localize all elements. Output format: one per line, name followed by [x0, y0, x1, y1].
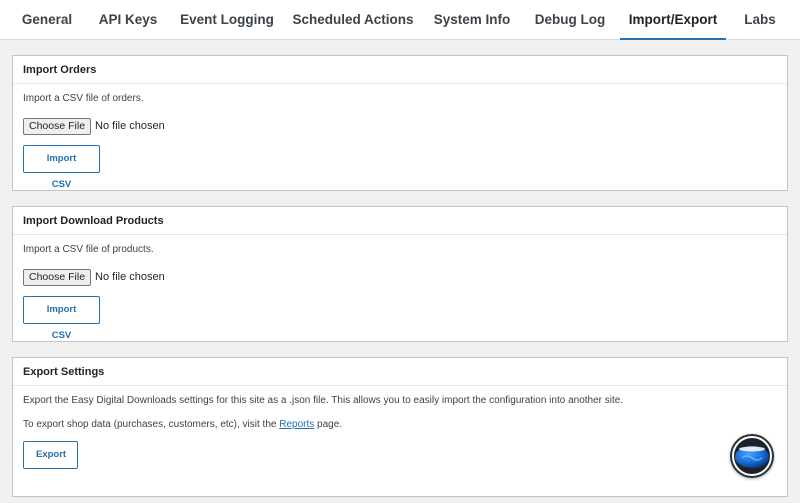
import-products-description: Import a CSV file of products.	[23, 244, 154, 255]
reports-link[interactable]: Reports	[279, 419, 314, 430]
tab-event-logging[interactable]: Event Logging	[178, 0, 276, 40]
export-button[interactable]: Export	[23, 441, 78, 469]
import-orders-title: Import Orders	[23, 64, 97, 76]
import-products-file-status: No file chosen	[95, 271, 165, 283]
export-settings-card: Export Settings Export the Easy Digital …	[12, 357, 788, 497]
tab-general[interactable]: General	[14, 0, 80, 40]
import-products-title: Import Download Products	[23, 215, 164, 227]
card-divider	[13, 385, 787, 386]
export-settings-title: Export Settings	[23, 366, 105, 378]
settings-tab-bar: General API Keys Event Logging Scheduled…	[0, 0, 800, 40]
tab-system-info[interactable]: System Info	[428, 0, 516, 40]
import-products-file-row: Choose File No file chosen	[23, 268, 165, 286]
import-products-card: Import Download Products Import a CSV fi…	[12, 206, 788, 342]
help-globe-svg	[732, 436, 772, 476]
import-orders-csv-button[interactable]: Import CSV	[23, 145, 100, 190]
export-reports-suffix: page.	[314, 419, 343, 430]
tab-api-keys[interactable]: API Keys	[92, 0, 164, 40]
tab-labs[interactable]: Labs	[738, 0, 782, 40]
card-divider	[13, 234, 787, 235]
export-reports-note: To export shop data (purchases, customer…	[23, 419, 342, 430]
import-orders-choose-file-button[interactable]: Choose File	[23, 117, 92, 135]
import-orders-card: Import Orders Import a CSV file of order…	[12, 55, 788, 191]
import-orders-file-status: No file chosen	[95, 120, 165, 132]
import-orders-file-row: Choose File No file chosen	[23, 117, 165, 135]
export-reports-prefix: To export shop data (purchases, customer…	[23, 419, 280, 430]
help-globe-icon[interactable]	[730, 434, 774, 478]
import-products-choose-file-button[interactable]: Choose File	[23, 268, 92, 286]
card-divider	[13, 83, 787, 84]
tab-debug-log[interactable]: Debug Log	[530, 0, 610, 40]
export-settings-description: Export the Easy Digital Downloads settin…	[23, 395, 624, 406]
tab-import-export[interactable]: Import/Export	[620, 0, 726, 40]
import-orders-description: Import a CSV file of orders.	[23, 93, 144, 104]
import-products-csv-button[interactable]: Import CSV	[23, 296, 100, 341]
tab-scheduled-actions[interactable]: Scheduled Actions	[292, 0, 414, 40]
